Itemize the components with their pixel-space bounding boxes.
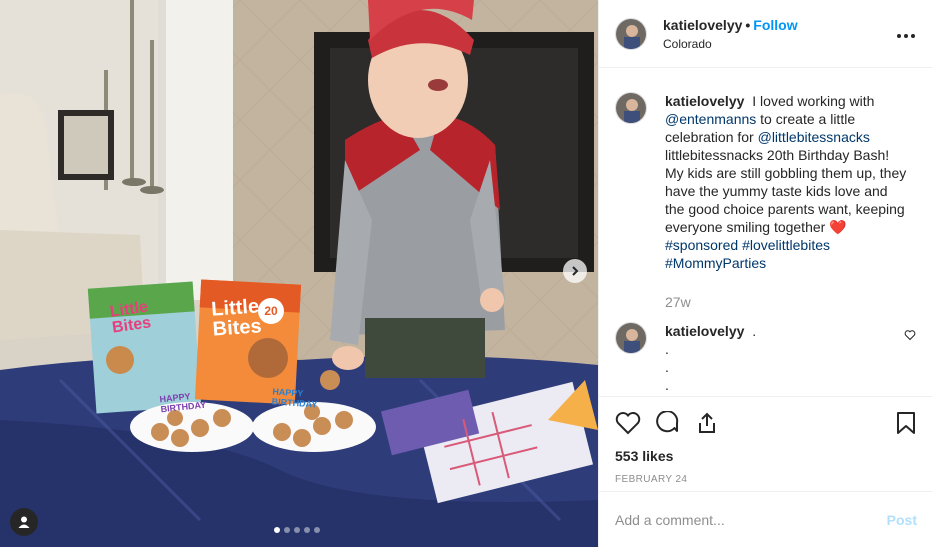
carousel-dot xyxy=(274,527,280,533)
save-button[interactable] xyxy=(896,411,916,435)
mention-littlebitessnacks[interactable]: @littlebitessnacks xyxy=(758,129,870,145)
more-horizontal-icon xyxy=(897,34,915,38)
comment-username[interactable]: katielovelyy xyxy=(665,323,744,339)
chevron-right-icon xyxy=(572,266,579,276)
share-button[interactable] xyxy=(695,411,719,435)
action-bar xyxy=(599,396,932,448)
add-comment-bar: Post xyxy=(599,491,932,547)
bookmark-icon xyxy=(897,411,915,434)
caption-text-1: I loved working with xyxy=(752,93,875,109)
user-icon xyxy=(18,516,30,528)
avatar-image xyxy=(616,93,646,123)
comment-bubble-icon xyxy=(656,410,679,432)
location-link[interactable]: Colorado xyxy=(663,37,896,51)
box-2-label: Little Bites xyxy=(211,295,263,341)
caption-row: katielovelyy I loved working with @enten… xyxy=(615,92,916,272)
hashtag-lovelittlebites[interactable]: #lovelittlebites xyxy=(742,237,830,253)
author-username[interactable]: katielovelyy xyxy=(663,17,742,33)
comment-text: katielovelyy . . . . xyxy=(665,322,885,394)
comment-input[interactable] xyxy=(615,511,887,528)
caption-text-3: littlebitessnacks 20th Birthday Bash! My… xyxy=(665,147,907,235)
comment-avatar[interactable] xyxy=(615,322,647,354)
share-icon xyxy=(699,412,715,433)
hashtag-mommyparties[interactable]: #MommyParties xyxy=(665,255,766,271)
more-options-button[interactable] xyxy=(896,28,916,39)
avatar-image xyxy=(616,323,646,353)
birthday-pick-2: HAPPY BIRTHDAY xyxy=(271,386,318,409)
post-comment-button[interactable]: Post xyxy=(887,512,917,528)
caption-text: katielovelyy I loved working with @enten… xyxy=(665,92,910,272)
comment-line-4: . xyxy=(665,377,669,393)
comment-line-1: . xyxy=(752,323,757,339)
like-comment-button[interactable] xyxy=(904,328,916,346)
carousel-dot xyxy=(294,527,300,533)
photo-scene xyxy=(0,0,598,547)
post-details-panel: katielovelyy • Follow Colorado katielovely… xyxy=(598,0,932,547)
hashtag-sponsored[interactable]: #sponsored xyxy=(665,237,738,253)
follow-button[interactable]: Follow xyxy=(753,17,797,33)
instagram-post: Little Bites Little Bites 20 HAPPY BIRTH… xyxy=(0,0,932,547)
carousel-next-button[interactable] xyxy=(563,259,587,283)
like-button[interactable] xyxy=(615,411,641,435)
tagged-users-button[interactable] xyxy=(10,508,38,536)
post-header: katielovelyy • Follow Colorado xyxy=(599,0,932,68)
post-photo[interactable]: Little Bites Little Bites 20 HAPPY BIRTH… xyxy=(0,0,598,547)
heart-outline-icon xyxy=(904,330,916,341)
mention-entenmanns[interactable]: @entenmanns xyxy=(665,111,756,127)
comment-line-2: . xyxy=(665,341,669,357)
avatar-image xyxy=(616,18,646,49)
carousel-dot xyxy=(304,527,310,533)
carousel-indicator xyxy=(274,527,320,533)
heart-emoji: ❤️ xyxy=(829,219,847,235)
caption-username[interactable]: katielovelyy xyxy=(665,93,744,109)
comment-button[interactable] xyxy=(655,410,681,435)
comment-row: katielovelyy . . . . xyxy=(615,322,916,394)
separator-dot: • xyxy=(745,16,751,33)
carousel-dot xyxy=(314,527,320,533)
heart-icon xyxy=(615,411,641,434)
box-2-count-badge: 20 xyxy=(258,298,284,324)
caption-avatar[interactable] xyxy=(615,92,647,124)
author-meta: katielovelyy • Follow Colorado xyxy=(663,17,896,51)
box-2-label-line-2: Bites xyxy=(211,315,263,341)
comment-line-3: . xyxy=(665,359,669,375)
author-avatar[interactable] xyxy=(615,17,647,50)
caption-timestamp[interactable]: 27w xyxy=(665,294,916,310)
carousel-dot xyxy=(284,527,290,533)
comments-section: katielovelyy I loved working with @enten… xyxy=(599,68,932,396)
box-1-label: Little Bites xyxy=(109,299,152,337)
likes-count[interactable]: 553 likes xyxy=(599,448,932,470)
